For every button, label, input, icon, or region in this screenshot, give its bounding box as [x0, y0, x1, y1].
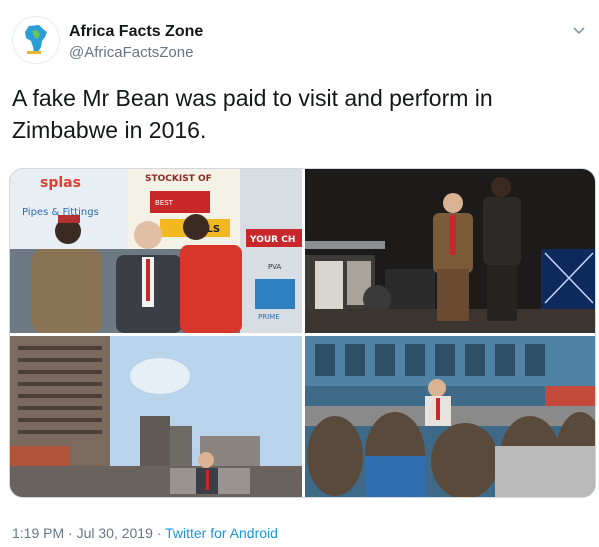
sign-prime: PRIME — [258, 313, 280, 321]
photo-city-motorcade[interactable] — [10, 336, 302, 497]
tweet-text: A fake Mr Bean was paid to visit and per… — [12, 85, 493, 143]
sign-splash: splas — [40, 175, 81, 191]
meta-separator-2: · — [152, 525, 166, 541]
tweet-date[interactable]: Jul 30, 2019 — [77, 525, 153, 541]
tweet-meta: 1:19 PM · Jul 30, 2019 · Twitter for And… — [12, 525, 278, 541]
photo-stage-image — [305, 169, 595, 333]
sign-your: YOUR CH — [249, 235, 295, 245]
tweet-time[interactable]: 1:19 PM — [12, 525, 64, 541]
africa-map-logo-icon — [25, 25, 47, 54]
photo-mr-bean-shop[interactable]: splas Pipes & Fittings STOCKIST OF BEST … — [10, 169, 302, 333]
avatar[interactable] — [12, 16, 60, 64]
media-grid: splas Pipes & Fittings STOCKIST OF BEST … — [9, 168, 596, 498]
photo-city-image — [10, 336, 302, 497]
tweet-source[interactable]: Twitter for Android — [165, 525, 278, 541]
account-name[interactable]: Africa Facts Zone — [69, 23, 203, 41]
tweet-card: Africa Facts Zone @AfricaFactsZone A fak… — [0, 0, 599, 547]
photo-crowd[interactable] — [305, 336, 595, 497]
account-handle[interactable]: @AfricaFactsZone — [69, 44, 193, 61]
photo-shop-image: splas Pipes & Fittings STOCKIST OF BEST … — [10, 169, 302, 333]
sign-best: BEST — [155, 199, 174, 207]
photo-crowd-image — [305, 336, 595, 497]
meta-separator-1: · — [64, 525, 77, 541]
photo-stage-performance[interactable] — [305, 169, 595, 333]
sign-pva: PVA — [268, 263, 282, 271]
chevron-down-icon[interactable] — [571, 22, 587, 38]
sign-stockist: STOCKIST OF — [145, 174, 212, 184]
